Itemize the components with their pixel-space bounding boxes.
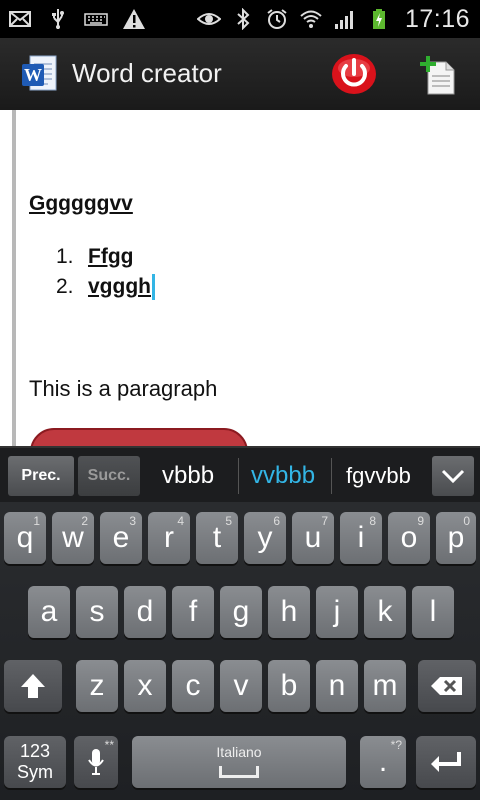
new-document-icon <box>420 56 455 95</box>
space-icon <box>219 766 259 778</box>
key-h[interactable]: h <box>268 586 310 638</box>
battery-charging-icon <box>367 8 391 30</box>
key-z[interactable]: z <box>76 660 118 712</box>
next-button[interactable]: Succ. <box>78 456 140 496</box>
key-y[interactable]: 6y <box>244 512 286 564</box>
status-bar: 17:16 <box>0 0 480 38</box>
status-clock: 17:16 <box>404 4 470 33</box>
new-document-button[interactable] <box>418 56 458 96</box>
expand-suggestions-button[interactable] <box>432 456 474 496</box>
space-key[interactable]: Italiano <box>132 736 346 788</box>
mail-icon <box>8 8 32 30</box>
bluetooth-icon <box>231 8 255 30</box>
backspace-icon <box>431 677 462 695</box>
key-c[interactable]: c <box>172 660 214 712</box>
key-b[interactable]: b <box>268 660 310 712</box>
suggestion-word[interactable]: vbbb <box>162 448 214 504</box>
shift-key[interactable] <box>4 660 62 712</box>
microphone-key[interactable]: ** <box>74 736 118 788</box>
key-u[interactable]: 7u <box>292 512 334 564</box>
key-q[interactable]: 1q <box>4 512 46 564</box>
action-bar: W Word creator <box>0 38 480 110</box>
key-i[interactable]: 8i <box>340 512 382 564</box>
enter-icon <box>431 752 461 772</box>
eye-icon <box>196 8 221 30</box>
key-a[interactable]: a <box>28 586 70 638</box>
key-v[interactable]: v <box>220 660 262 712</box>
key-w[interactable]: 2w <box>52 512 94 564</box>
numbered-list[interactable]: 1. Ffgg 2. vgggh <box>56 242 155 302</box>
key-k[interactable]: k <box>364 586 406 638</box>
suggestion-word[interactable]: fgvvbb <box>346 448 411 504</box>
suggestion-bar: Prec. Succ. vbbb vvbbb fgvvbb <box>0 446 480 502</box>
key-j[interactable]: j <box>316 586 358 638</box>
list-text[interactable]: vgggh <box>88 275 151 299</box>
divider <box>238 458 239 494</box>
key-l[interactable]: l <box>412 586 454 638</box>
key-f[interactable]: f <box>172 586 214 638</box>
alarm-icon <box>265 8 289 30</box>
shift-arrow-icon <box>21 674 45 698</box>
key-s[interactable]: s <box>76 586 118 638</box>
list-text[interactable]: Ffgg <box>88 245 133 269</box>
key-x[interactable]: x <box>124 660 166 712</box>
key-d[interactable]: d <box>124 586 166 638</box>
warning-icon <box>122 8 146 30</box>
previous-button[interactable]: Prec. <box>8 456 74 496</box>
list-item[interactable]: 1. Ffgg <box>56 242 155 272</box>
key-m[interactable]: m <box>364 660 406 712</box>
power-icon <box>332 54 376 94</box>
divider <box>331 458 332 494</box>
enter-key[interactable] <box>416 736 476 788</box>
symbols-key[interactable]: 123 Sym <box>4 736 66 788</box>
key-n[interactable]: n <box>316 660 358 712</box>
usb-icon <box>46 8 70 30</box>
keyboard-icon <box>84 8 108 30</box>
key-o[interactable]: 9o <box>388 512 430 564</box>
svg-text:W: W <box>24 65 42 85</box>
list-number: 1. <box>56 245 74 268</box>
list-number: 2. <box>56 275 74 298</box>
power-button[interactable] <box>330 52 378 96</box>
backspace-key[interactable] <box>418 660 476 712</box>
signal-icon <box>333 8 357 30</box>
keyboard: 1q 2w 3e 4r 5t 6y 7u 8i 9o 0p a s d f g … <box>0 502 480 800</box>
app-title: Word creator <box>72 58 222 88</box>
text-cursor <box>152 274 155 300</box>
document-view[interactable]: Ggggggvv 1. Ffgg 2. vgggh This is a para… <box>0 110 480 446</box>
microphone-icon <box>88 749 104 775</box>
key-p[interactable]: 0p <box>436 512 476 564</box>
key-t[interactable]: 5t <box>196 512 238 564</box>
margin-rule <box>12 110 16 446</box>
wifi-icon <box>299 8 323 30</box>
key-r[interactable]: 4r <box>148 512 190 564</box>
key-e[interactable]: 3e <box>100 512 142 564</box>
document-red-button[interactable] <box>30 428 248 446</box>
period-key[interactable]: *? . <box>360 736 406 788</box>
list-item[interactable]: 2. vgggh <box>56 272 155 302</box>
document-heading[interactable]: Ggggggvv <box>29 192 133 216</box>
word-doc-icon[interactable]: W <box>20 54 60 94</box>
suggestion-word-highlighted[interactable]: vvbbb <box>251 448 315 504</box>
chevron-down-icon <box>441 469 465 484</box>
document-paragraph[interactable]: This is a paragraph <box>29 376 217 402</box>
key-g[interactable]: g <box>220 586 262 638</box>
